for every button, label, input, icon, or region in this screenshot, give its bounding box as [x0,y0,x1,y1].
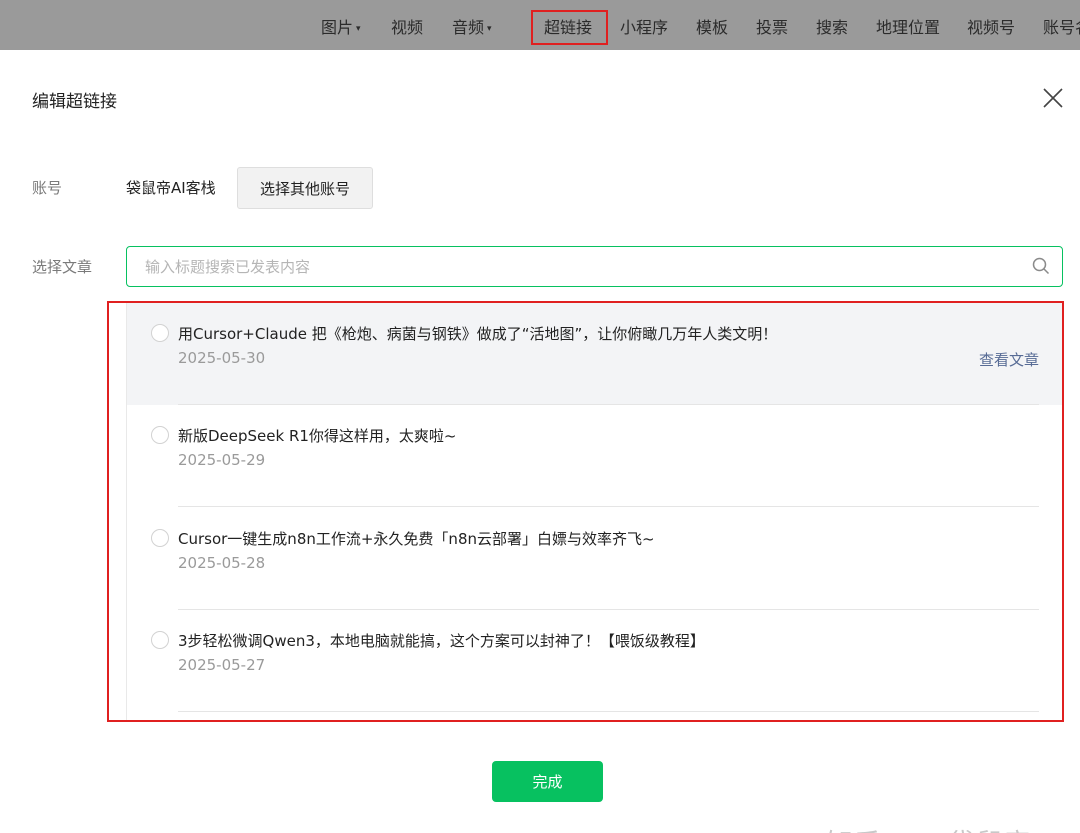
toolbar-item-location[interactable]: 地理位置 [876,0,940,50]
watermark: 知乎 @AI袋鼠帝 [826,822,1032,833]
edit-hyperlink-dialog: 编辑超链接 账号 袋鼠帝AI客栈 选择其他账号 选择文章 用Cursor+Cla… [0,50,1080,833]
article-title: 新版DeepSeek R1你得这样用，太爽啦~ [178,427,457,445]
toolbar-item-label: 视频号 [967,18,1016,37]
done-button[interactable]: 完成 [492,761,603,802]
toolbar-item-miniprogram[interactable]: 小程序 [620,0,668,50]
article-list: 用Cursor+Claude 把《枪炮、病菌与钢铁》做成了“活地图”，让你俯瞰几… [126,303,1062,720]
article-title: 3步轻松微调Qwen3，本地电脑就能搞，这个方案可以封神了！【喂饭级教程】 [178,632,705,650]
divider [178,506,1039,507]
article-date: 2025-05-28 [178,554,266,572]
article-date: 2025-05-30 [178,349,266,367]
caret-down-icon: ▾ [356,24,361,34]
editor-toolbar: 图片▾ 视频 音频▾ 超链接 小程序 模板 投票 搜索 地理位置 视频号 账号名 [0,0,1080,50]
article-radio[interactable] [151,324,169,342]
toolbar-item-label: 小程序 [620,18,669,37]
account-name: 袋鼠帝AI客栈 [126,179,216,197]
article-radio[interactable] [151,529,169,547]
toolbar-item-label: 地理位置 [876,18,941,37]
article-title: Cursor一键生成n8n工作流+永久免费「n8n云部署」白嫖与效率齐飞~ [178,530,655,548]
article-search-input[interactable] [145,247,1025,286]
dialog-title: 编辑超链接 [32,92,117,112]
view-article-link[interactable]: 查看文章 [979,349,1039,370]
toolbar-item-label: 投票 [756,18,789,37]
caret-down-icon: ▾ [487,24,492,34]
toolbar-item-label: 图片 [321,18,354,37]
article-date: 2025-05-29 [178,451,266,469]
close-icon[interactable] [1041,86,1065,110]
toolbar-item-audio[interactable]: 音频 ▾ [452,0,492,50]
hyperlink-highlight-box [531,10,608,45]
article-date: 2025-05-27 [178,656,266,674]
article-radio[interactable] [151,631,169,649]
choose-other-account-button[interactable]: 选择其他账号 [237,167,373,209]
toolbar-item-label: 账号名 [1043,18,1080,37]
article-item[interactable]: 用Cursor+Claude 把《枪炮、病菌与钢铁》做成了“活地图”，让你俯瞰几… [127,303,1062,405]
account-label: 账号 [32,179,63,197]
article-item[interactable]: 新版DeepSeek R1你得这样用，太爽啦~ 2025-05-29 [127,405,1062,507]
search-icon[interactable] [1031,256,1051,276]
article-item[interactable]: 3步轻松微调Qwen3，本地电脑就能搞，这个方案可以封神了！【喂饭级教程】 20… [127,610,1062,712]
article-item[interactable]: Cursor一键生成n8n工作流+永久免费「n8n云部署」白嫖与效率齐飞~ 20… [127,508,1062,610]
toolbar-item-label: 模板 [696,18,729,37]
toolbar-item-template[interactable]: 模板 [696,0,728,50]
toolbar-item-image[interactable]: 图片 ▾ [321,0,361,50]
toolbar-item-channels[interactable]: 视频号 [967,0,1015,50]
toolbar-item-video[interactable]: 视频 [391,0,423,50]
divider [178,711,1039,712]
article-search-field[interactable] [126,246,1063,287]
article-title: 用Cursor+Claude 把《枪炮、病菌与钢铁》做成了“活地图”，让你俯瞰几… [178,325,778,343]
toolbar-item-label: 音频 [452,18,485,37]
select-article-label: 选择文章 [32,258,93,276]
toolbar-item-account[interactable]: 账号名 [1043,0,1080,50]
toolbar-item-label: 搜索 [816,18,849,37]
article-radio[interactable] [151,426,169,444]
toolbar-item-label: 视频 [391,18,424,37]
toolbar-item-search[interactable]: 搜索 [816,0,848,50]
toolbar-item-vote[interactable]: 投票 [756,0,788,50]
